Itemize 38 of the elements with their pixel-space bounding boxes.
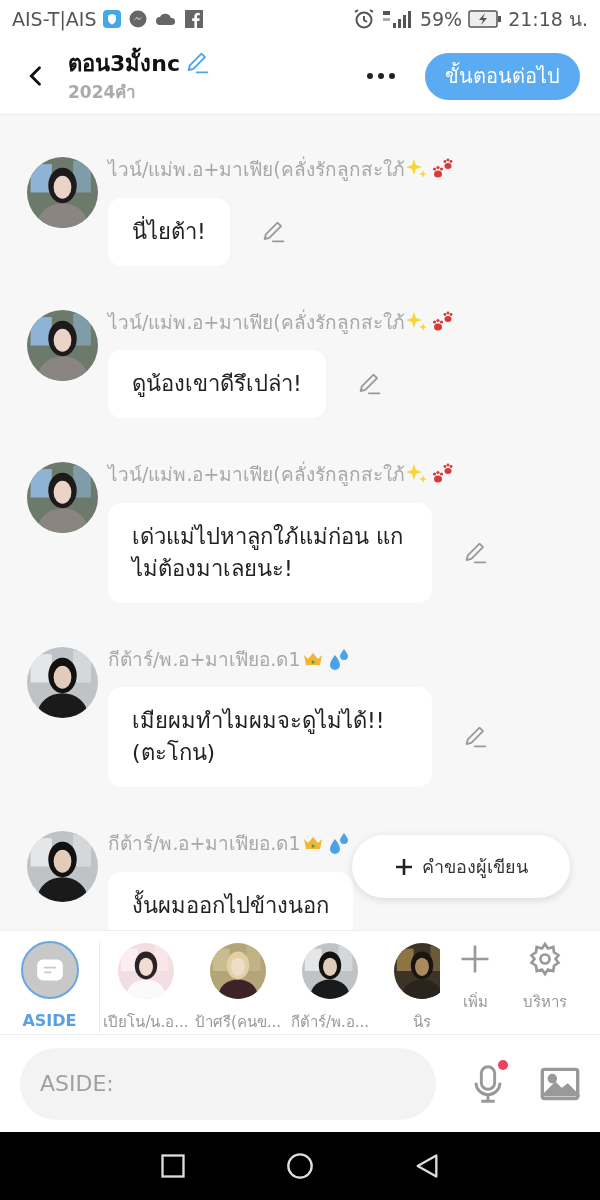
- word-count: 2024คำ: [68, 80, 138, 104]
- character-item[interactable]: ป้าศรี(คนข...: [192, 941, 284, 1034]
- shield-icon: [102, 9, 123, 29]
- character-item[interactable]: นิร: [376, 941, 440, 1034]
- character-item[interactable]: เปียโน/น.อ...: [100, 941, 192, 1034]
- aside-tab[interactable]: ASIDE: [0, 941, 100, 1033]
- speaker-name: กีต้าร์/พ.อ+มาเฟียอ.ด1: [108, 646, 301, 672]
- aside-input[interactable]: ASIDE:: [20, 1047, 437, 1120]
- message-bubble[interactable]: เด่วแม่ไปหาลูกใภ้แม่ก่อน แกไม่ต้องมาเลยนะ!: [108, 502, 432, 603]
- clock-time: 21:18 น.: [508, 6, 588, 32]
- battery-percent: 59%: [419, 6, 463, 32]
- author-note-button[interactable]: คำของผู้เขียน: [352, 835, 570, 898]
- plus-icon: [394, 856, 414, 877]
- message-bubble[interactable]: เมียผมทำไมผมจะดูไม่ได้!! (ตะโกน): [108, 687, 432, 787]
- carrier-text: AIS-T|AIS: [12, 6, 97, 33]
- messenger-icon: [128, 9, 149, 29]
- next-step-button[interactable]: ขั้นตอนต่อไป: [425, 52, 580, 100]
- speaker-name: กีต้าร์/พ.อ+มาเฟียอ.ด1: [108, 831, 301, 856]
- message-bubble[interactable]: นี่ไยต้า!: [108, 197, 230, 266]
- battery-charging-icon: [468, 10, 503, 28]
- speaker-name: ไวน์/แม่พ.อ+มาเฟีย(คลั่งรักลูกสะใภ้: [108, 460, 405, 488]
- speaker-name: ไวน์/แม่พ.อ+มาเฟีย(คลั่งรักลูกสะใภ้: [108, 308, 405, 336]
- square-icon: [159, 1152, 188, 1180]
- more-icon: [365, 72, 397, 80]
- message-bubble[interactable]: งั้นผมออกไปข้างนอก: [108, 871, 353, 930]
- image-icon: [540, 1065, 580, 1102]
- home-button[interactable]: [284, 1150, 316, 1182]
- chapter-title: ตอน3มั้งnc: [68, 46, 180, 80]
- speaker-name: ไวน์/แม่พ.อ+มาเฟีย(คลั่งรักลูกสะใภ้: [108, 155, 405, 183]
- circle-icon: [286, 1152, 314, 1180]
- aside-icon: [35, 958, 64, 982]
- character-item[interactable]: กีต้าร์/พ.อ...: [284, 941, 376, 1034]
- facebook-icon: [184, 9, 205, 29]
- add-character-button[interactable]: เพิ่ม: [440, 941, 510, 1014]
- manage-button[interactable]: บริหาร: [510, 941, 580, 1014]
- settings-icon: [527, 941, 563, 977]
- message-bubble[interactable]: ดูน้องเขาดีรึเปล่า!: [108, 350, 326, 418]
- signal-icon: [381, 9, 414, 29]
